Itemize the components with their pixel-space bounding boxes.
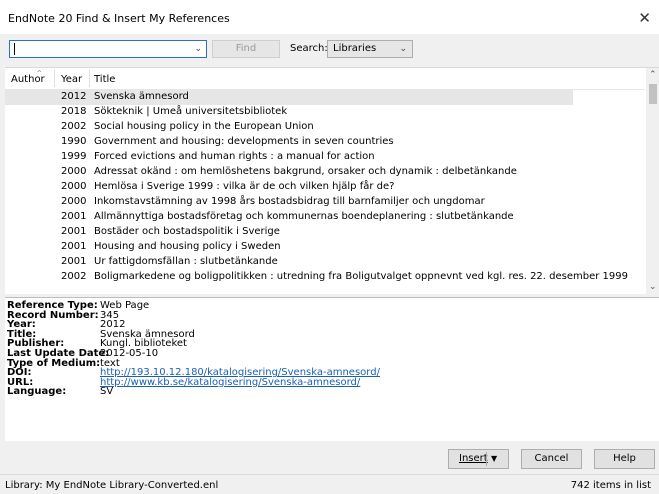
column-divider[interactable] xyxy=(54,70,55,87)
row-title: Adressat okänd : om hemlöshetens bakgrun… xyxy=(94,166,517,177)
row-title: Svenska ämnesord xyxy=(94,91,189,102)
row-title: Bostäder och bostadspolitik i Sverige xyxy=(94,226,280,237)
table-row[interactable]: 2000 Hemlösa i Sverige 1999 : vilka är de… xyxy=(5,180,573,195)
row-year: 2012 xyxy=(61,91,87,102)
row-title: Ur fattigdomsfällan : slutbetänkande xyxy=(94,256,278,267)
table-row[interactable]: 2002 Social housing policy in the Europea… xyxy=(5,120,573,135)
row-year: 2001 xyxy=(61,241,87,252)
row-year: 2018 xyxy=(61,106,87,117)
search-input[interactable] xyxy=(10,41,190,57)
detail-value: SV xyxy=(100,386,114,398)
table-row[interactable]: 2002 Boligmarkedene og boligpolitikken : … xyxy=(5,270,628,285)
close-icon[interactable]: ✕ xyxy=(638,9,651,27)
row-title: Housing and housing policy i Sweden xyxy=(94,241,281,252)
search-scope-label: Search: xyxy=(290,43,328,54)
row-year: 2002 xyxy=(61,271,87,282)
text-caret xyxy=(14,43,15,55)
search-toolbar: ⌄ Find Search: Libraries ⌄ xyxy=(0,38,659,62)
split-divider xyxy=(486,452,487,466)
reference-list[interactable]: ⌃ Author Year Title 2012 Svenska ämnesord… xyxy=(5,67,659,294)
row-title: Hemlösa i Sverige 1999 : vilka är de och… xyxy=(94,181,395,192)
library-status: Library: My EndNote Library-Converted.en… xyxy=(5,480,219,491)
row-title: Forced evictions and human rights : a ma… xyxy=(94,151,375,162)
chevron-down-icon[interactable]: ⌄ xyxy=(194,44,202,54)
cancel-button[interactable]: Cancel xyxy=(521,449,582,469)
help-button[interactable]: Help xyxy=(594,449,655,469)
insert-split-button[interactable]: Insert ▼ xyxy=(448,449,509,469)
column-header-year[interactable]: Year xyxy=(61,74,82,85)
column-header-author[interactable]: ⌃ Author xyxy=(11,69,45,85)
row-year: 2001 xyxy=(61,211,87,222)
detail-link[interactable]: http://www.kb.se/katalogisering/Svenska-… xyxy=(100,377,360,388)
column-divider[interactable] xyxy=(89,70,90,87)
search-combobox[interactable]: ⌄ xyxy=(9,40,207,58)
search-scope-select[interactable]: Libraries ⌄ xyxy=(327,40,413,58)
table-row[interactable]: 2018 Sökteknik | Umeå universitetsbibliot… xyxy=(5,105,573,120)
find-button[interactable]: Find xyxy=(212,40,280,58)
window-title: EndNote 20 Find & Insert My References xyxy=(8,12,230,25)
row-title: Boligmarkedene og boligpolitikken : utre… xyxy=(94,271,628,282)
title-bar: EndNote 20 Find & Insert My References ✕ xyxy=(0,0,659,34)
sort-indicator-icon: ⌃ xyxy=(36,69,43,78)
chevron-down-icon[interactable]: ▼ xyxy=(491,450,497,468)
table-row[interactable]: 1990 Government and housing: developments… xyxy=(5,135,573,150)
scroll-up-icon[interactable]: ⌃ xyxy=(649,70,657,80)
row-year: 1999 xyxy=(61,151,87,162)
row-title: Inkomstavstämning av 1998 års bostadsbid… xyxy=(94,196,485,207)
table-row[interactable]: 2001 Allmännyttiga bostadsföretag och kom… xyxy=(5,210,573,225)
row-title: Social housing policy in the European Un… xyxy=(94,121,314,132)
row-year: 1990 xyxy=(61,136,87,147)
row-year: 2000 xyxy=(61,181,87,192)
chevron-down-icon: ⌄ xyxy=(399,44,407,54)
insert-button-label: Insert xyxy=(459,453,488,464)
row-year: 2001 xyxy=(61,256,87,267)
vertical-scrollbar[interactable]: ⌃ ⌄ xyxy=(646,68,659,294)
list-header: ⌃ Author Year Title xyxy=(5,68,645,90)
table-row[interactable]: 1999 Forced evictions and human rights : … xyxy=(5,150,573,165)
table-row[interactable]: 2000 Inkomstavstämning av 1998 års bostad… xyxy=(5,195,573,210)
button-row: Insert ▼ Cancel Help xyxy=(0,449,659,469)
scrollbar-thumb[interactable] xyxy=(649,84,657,104)
row-year: 2000 xyxy=(61,196,87,207)
row-year: 2000 xyxy=(61,166,87,177)
row-title: Allmännyttiga bostadsföretag och kommune… xyxy=(94,211,514,222)
detail-label: Language: xyxy=(7,386,67,398)
item-count: 742 items in list xyxy=(570,480,651,491)
table-row[interactable]: 2001 Housing and housing policy i Sweden xyxy=(5,240,573,255)
row-year: 2001 xyxy=(61,226,87,237)
row-title: Government and housing: developments in … xyxy=(94,136,394,147)
table-row[interactable]: 2001 Ur fattigdomsfällan : slutbetänkande xyxy=(5,255,573,270)
status-bar: Library: My EndNote Library-Converted.en… xyxy=(0,474,659,494)
table-row[interactable]: 2000 Adressat okänd : om hemlöshetens bak… xyxy=(5,165,573,180)
column-header-title[interactable]: Title xyxy=(94,74,115,85)
row-title: Sökteknik | Umeå universitetsbibliotek xyxy=(94,106,288,117)
reference-details-panel: Reference Type: Web Page Record Number: 345… xyxy=(5,297,659,441)
table-row[interactable]: 2001 Bostäder och bostadspolitik i Sverig… xyxy=(5,225,573,240)
row-year: 2002 xyxy=(61,121,87,132)
table-row[interactable]: 2012 Svenska ämnesord xyxy=(5,90,573,105)
scroll-down-icon[interactable]: ⌄ xyxy=(649,282,657,292)
search-scope-value: Libraries xyxy=(333,43,377,54)
